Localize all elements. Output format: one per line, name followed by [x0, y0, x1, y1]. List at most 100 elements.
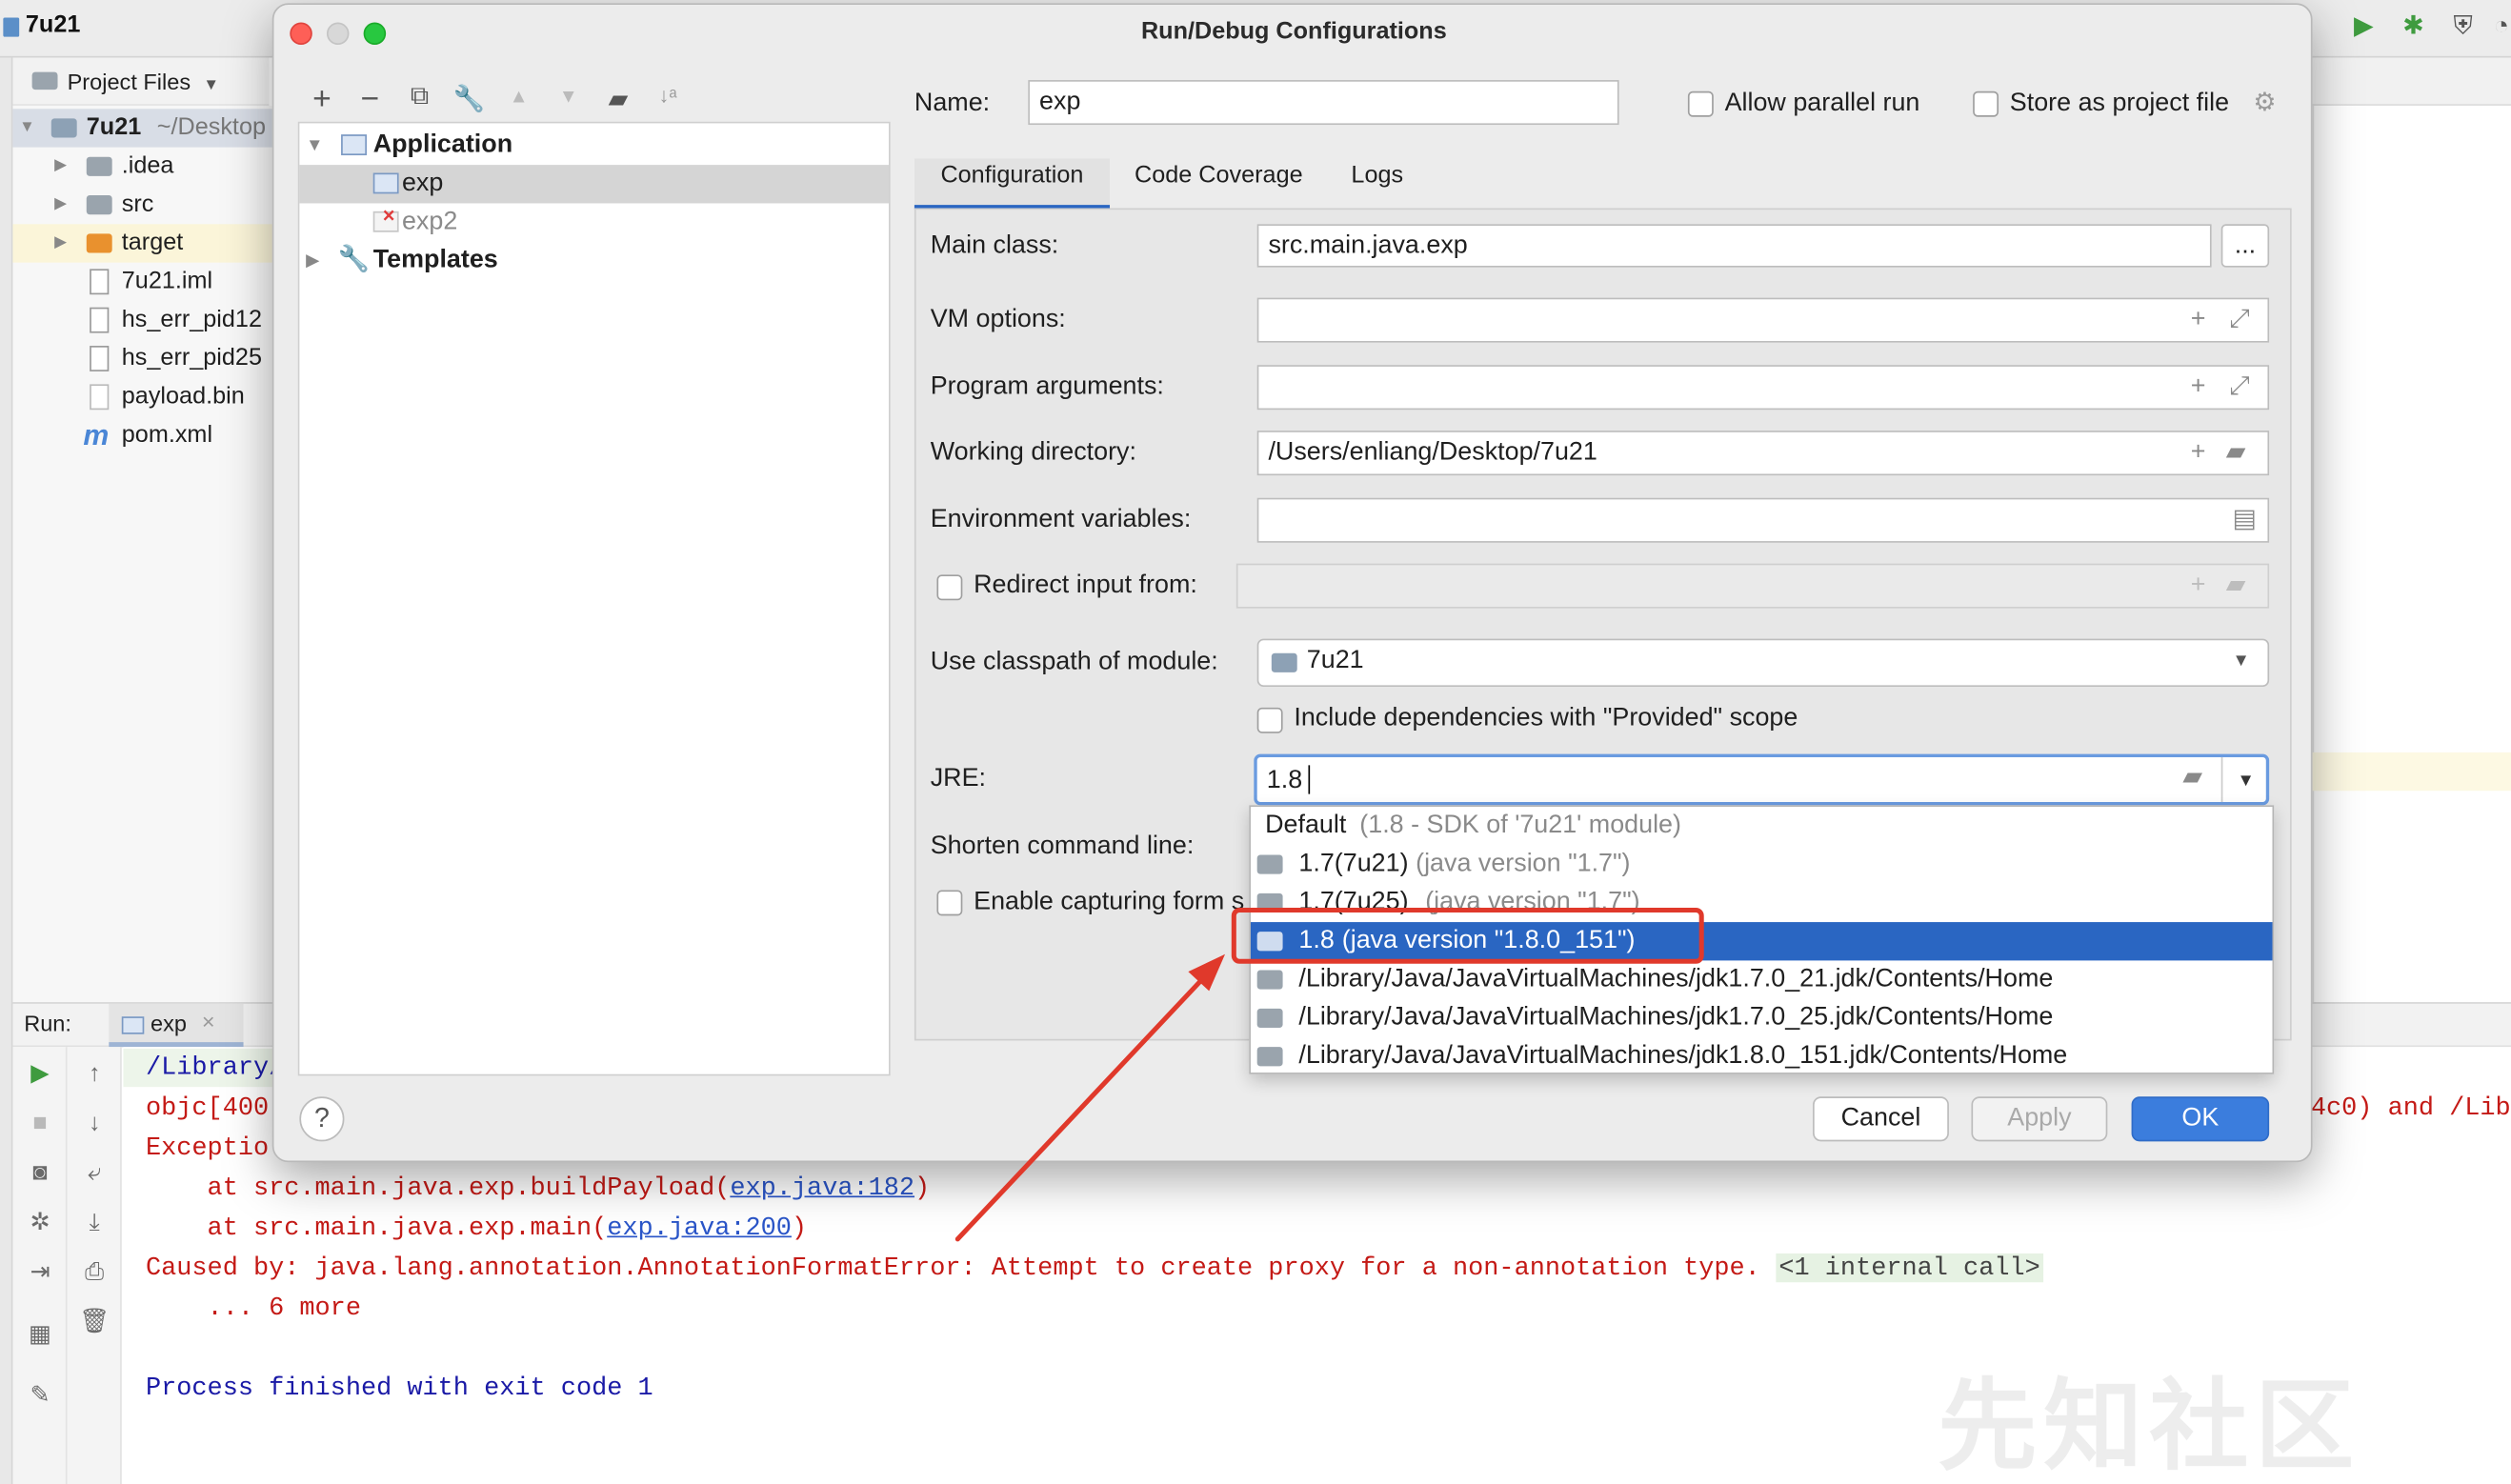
plus-icon[interactable]: + — [2191, 439, 2206, 468]
expand-icon[interactable]: ⤢ — [2229, 306, 2250, 334]
browse-main-class-button[interactable]: ... — [2220, 224, 2270, 268]
folder-open-icon[interactable]: ▰ — [2182, 764, 2202, 792]
expand-arrow-icon[interactable]: ▶ — [54, 148, 67, 186]
tree-group-application[interactable]: ▼ Application — [299, 127, 889, 165]
store-project-checkbox[interactable] — [1973, 90, 1999, 117]
stop-icon[interactable]: ■ — [12, 1108, 67, 1140]
jre-option-path-7u21[interactable]: /Library/Java/JavaVirtualMachines/jdk1.7… — [1251, 960, 2273, 998]
remove-icon[interactable]: − — [354, 82, 387, 119]
cancel-button[interactable]: Cancel — [1813, 1096, 1949, 1142]
classpath-dropdown[interactable]: 7u21 ▼ — [1256, 638, 2270, 688]
jre-option-path-8u151[interactable]: /Library/Java/JavaVirtualMachines/jdk1.8… — [1251, 1037, 2273, 1075]
print-icon[interactable]: ⎙ — [68, 1256, 122, 1289]
jre-option-path-7u25[interactable]: /Library/Java/JavaVirtualMachines/jdk1.7… — [1251, 999, 2273, 1037]
ok-button[interactable]: OK — [2131, 1096, 2270, 1142]
combo-divider — [2220, 756, 2223, 803]
redirect-checkbox[interactable] — [936, 574, 963, 601]
include-deps-checkbox[interactable] — [1256, 707, 1283, 733]
close-icon[interactable]: × — [202, 1009, 215, 1034]
working-dir-field[interactable]: /Users/enliang/Desktop/7u21 + ▰ — [1256, 431, 2270, 476]
configuration-tree: ▼ Application exp × exp2 ▶ 🔧 Templates — [297, 121, 891, 1076]
source-link[interactable]: exp.java:182 — [730, 1173, 914, 1202]
expand-arrow-icon[interactable]: ▶ — [54, 186, 67, 224]
trash-icon[interactable]: 🗑 — [68, 1306, 122, 1338]
profile-icon[interactable]: ◔ — [2487, 12, 2511, 41]
chevron-down-icon[interactable]: ▼ — [2238, 760, 2255, 802]
help-button[interactable]: ? — [299, 1096, 345, 1142]
expand-arrow-icon[interactable]: ▶ — [54, 224, 67, 262]
pin-icon[interactable]: ✎ — [12, 1380, 67, 1413]
classpath-label: Use classpath of module: — [930, 648, 1218, 676]
plus-icon[interactable]: + — [2191, 373, 2206, 402]
expand-arrow-icon[interactable]: ▶ — [306, 242, 319, 280]
folder-open-icon[interactable]: ▰ — [2226, 439, 2246, 468]
tab-configuration[interactable]: Configuration — [914, 158, 1111, 211]
folder-icon — [1256, 1047, 1283, 1067]
allow-parallel-checkbox[interactable] — [1687, 90, 1714, 117]
tree-item-target[interactable]: ▶ target — [12, 224, 272, 263]
run-icon[interactable]: ▶ — [2349, 12, 2378, 41]
add-icon[interactable]: + — [306, 82, 338, 119]
vm-options-field[interactable]: + ⤢ — [1256, 297, 2270, 343]
expand-arrow-icon[interactable]: ▼ — [306, 127, 323, 165]
plus-icon[interactable]: + — [2191, 306, 2206, 334]
text-caret — [1308, 765, 1311, 794]
tree-item-root[interactable]: ▼ 7u21 ~/Desktop — [12, 109, 272, 148]
arrow-down-icon[interactable]: ↓ — [68, 1108, 122, 1140]
application-config-icon — [121, 1016, 145, 1034]
capture-checkbox[interactable] — [936, 890, 963, 916]
scroll-to-end-icon[interactable]: ⤓ — [68, 1207, 122, 1239]
console-line: Exceptio — [145, 1133, 270, 1163]
soft-wrap-icon[interactable]: ⤶ — [68, 1157, 122, 1190]
name-field[interactable]: exp — [1028, 80, 1619, 126]
editor-area — [2312, 57, 2511, 1003]
tree-item-idea[interactable]: ▶ .idea — [12, 148, 271, 186]
debug-settings-icon[interactable]: ✲ — [12, 1207, 67, 1239]
tree-config-exp2[interactable]: × exp2 — [299, 203, 889, 241]
camera-icon[interactable]: ◙ — [12, 1157, 67, 1190]
copy-icon[interactable]: ⧉ — [404, 83, 436, 111]
tree-item-iml[interactable]: 7u21.iml — [12, 263, 271, 301]
jre-option-1-7-7u21[interactable]: 1.7(7u21) (java version "1.7") — [1251, 845, 2273, 883]
tree-item-pom[interactable]: m pom.xml — [12, 416, 271, 454]
arrow-up-icon[interactable]: ↑ — [68, 1058, 122, 1091]
tree-item-src[interactable]: ▶ src — [12, 186, 271, 224]
expand-arrow-icon[interactable]: ▼ — [19, 109, 35, 147]
debug-icon[interactable]: ✱ — [2399, 12, 2427, 41]
move-up-icon[interactable]: ▲ — [503, 85, 535, 108]
env-vars-field[interactable]: ▤ — [1256, 497, 2270, 543]
run-tab-label: exp — [151, 1010, 187, 1036]
move-down-icon[interactable]: ▼ — [552, 85, 585, 108]
run-tab[interactable]: exp × — [109, 1003, 244, 1048]
chevron-down-icon[interactable]: ▼ — [2232, 640, 2249, 682]
tree-item-log1[interactable]: hs_err_pid12 — [12, 301, 271, 339]
program-args-field[interactable]: + ⤢ — [1256, 365, 2270, 411]
source-link[interactable]: exp.java:200 — [607, 1213, 792, 1242]
gear-icon[interactable]: ⚙ — [2253, 87, 2276, 119]
wrench-icon[interactable]: 🔧 — [453, 83, 486, 115]
tab-code-coverage[interactable]: Code Coverage — [1122, 158, 1315, 210]
main-class-field[interactable]: src.main.java.exp — [1256, 224, 2212, 268]
tree-group-templates[interactable]: ▶ 🔧 Templates — [299, 242, 889, 280]
jre-option-default[interactable]: Default (1.8 - SDK of '7u21' module) — [1251, 807, 2273, 845]
jre-label: JRE: — [930, 765, 987, 792]
apply-button[interactable]: Apply — [1971, 1096, 2108, 1142]
layout-icon[interactable]: ▦ — [12, 1319, 67, 1352]
tab-logs[interactable]: Logs — [1331, 158, 1424, 210]
new-folder-icon[interactable]: ▰ — [602, 83, 634, 115]
jre-option-name: /Library/Java/JavaVirtualMachines/jdk1.7… — [1298, 1003, 2054, 1032]
sort-icon[interactable]: ↓ᵃ — [652, 83, 684, 107]
list-icon[interactable]: ▤ — [2232, 506, 2256, 534]
tree-item-payload[interactable]: payload.bin — [12, 378, 271, 416]
jre-combo-input[interactable]: 1.8 ▰ ▼ — [1254, 753, 2270, 806]
folder-icon — [86, 195, 112, 215]
rerun-icon[interactable]: ▶ — [12, 1058, 67, 1091]
tree-item-log2[interactable]: hs_err_pid25 — [12, 339, 271, 377]
program-args-label: Program arguments: — [930, 372, 1164, 401]
project-view-header[interactable]: Project Files ▼ — [12, 57, 270, 106]
exit-icon[interactable]: ⇥ — [12, 1256, 67, 1289]
console-text: ) — [914, 1173, 931, 1203]
internal-call-fold[interactable]: <1 internal call> — [1775, 1253, 2044, 1282]
coverage-icon[interactable]: ⛨ — [2448, 12, 2477, 41]
expand-icon[interactable]: ⤢ — [2229, 373, 2250, 402]
